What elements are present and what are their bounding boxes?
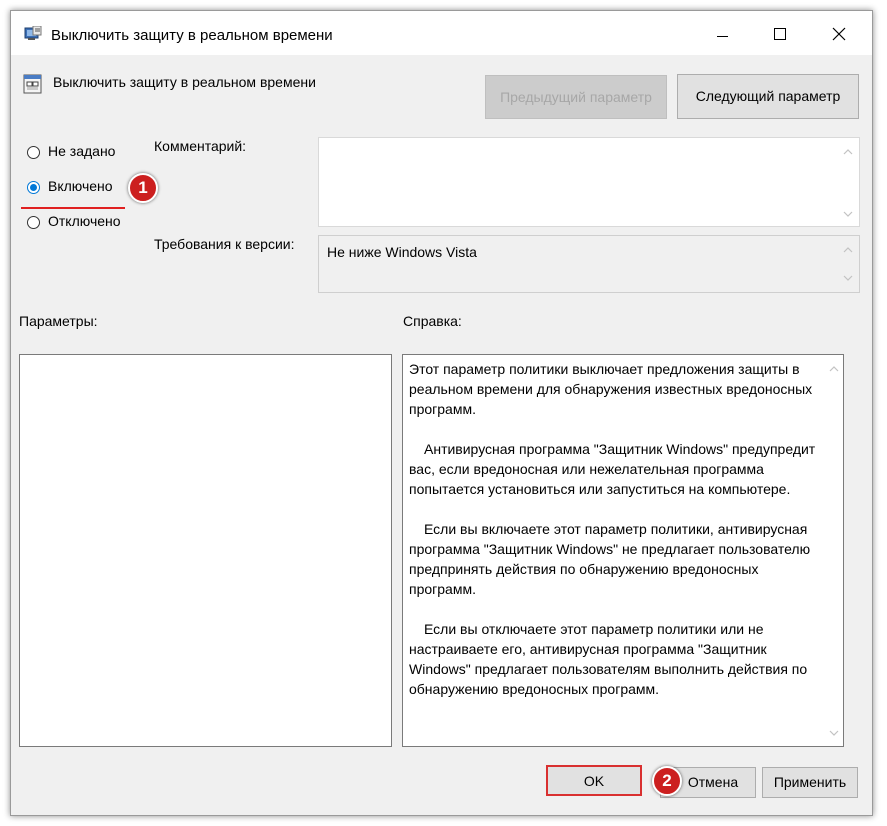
annotation-underline [21, 207, 125, 209]
comment-textarea[interactable] [318, 137, 860, 227]
version-field: Не ниже Windows Vista [318, 235, 860, 293]
comment-label: Комментарий: [154, 138, 247, 154]
policy-title: Выключить защиту в реальном времени [53, 74, 316, 90]
radio-disabled-label[interactable]: Отключено [48, 213, 121, 229]
apply-button[interactable]: Применить [762, 767, 858, 798]
help-paragraph: Если вы включаете этот параметр политики… [409, 521, 811, 597]
radio-circle[interactable] [27, 216, 40, 229]
scroll-up-icon[interactable] [843, 246, 853, 254]
previous-setting-button[interactable]: Предыдущий параметр [485, 75, 667, 119]
scroll-up-icon[interactable] [829, 365, 839, 373]
policy-setting-icon [23, 74, 43, 94]
maximize-button[interactable] [753, 11, 809, 55]
scroll-down-icon[interactable] [843, 210, 853, 218]
params-panel [19, 354, 392, 747]
help-panel[interactable]: Этот параметр политики выключает предлож… [402, 354, 844, 747]
radio-circle-selected[interactable] [27, 181, 40, 194]
params-label: Параметры: [19, 313, 98, 329]
help-paragraph: Если вы отключаете этот параметр политик… [409, 621, 808, 697]
scroll-down-icon[interactable] [829, 729, 839, 737]
scroll-down-icon[interactable] [843, 274, 853, 282]
help-text: Этот параметр политики выключает предлож… [409, 359, 829, 719]
maximize-icon [774, 28, 786, 40]
radio-not-configured-label[interactable]: Не задано [48, 143, 115, 159]
title-bar: Выключить защиту в реальном времени [11, 11, 872, 55]
step-badge-1: 1 [128, 173, 158, 203]
help-label: Справка: [403, 313, 462, 329]
help-paragraph: Этот параметр политики выключает предлож… [409, 361, 813, 417]
help-paragraph: Антивирусная программа "Защитник Windows… [409, 441, 816, 497]
version-label: Требования к версии: [154, 236, 295, 252]
close-icon [832, 27, 846, 41]
policy-editor-icon [24, 25, 42, 42]
radio-enabled-label[interactable]: Включено [48, 178, 113, 194]
close-button[interactable] [811, 11, 867, 55]
window-title: Выключить защиту в реальном времени [51, 27, 333, 44]
step-badge-2: 2 [652, 766, 682, 796]
minimize-button[interactable] [695, 11, 751, 55]
next-setting-button[interactable]: Следующий параметр [677, 74, 859, 119]
version-value: Не ниже Windows Vista [327, 244, 477, 260]
radio-circle[interactable] [27, 146, 40, 159]
policy-dialog: Выключить защиту в реальном времени Выкл… [10, 10, 873, 816]
scroll-up-icon[interactable] [843, 148, 853, 156]
ok-button[interactable]: OK [546, 765, 642, 796]
minimize-icon [717, 36, 728, 37]
